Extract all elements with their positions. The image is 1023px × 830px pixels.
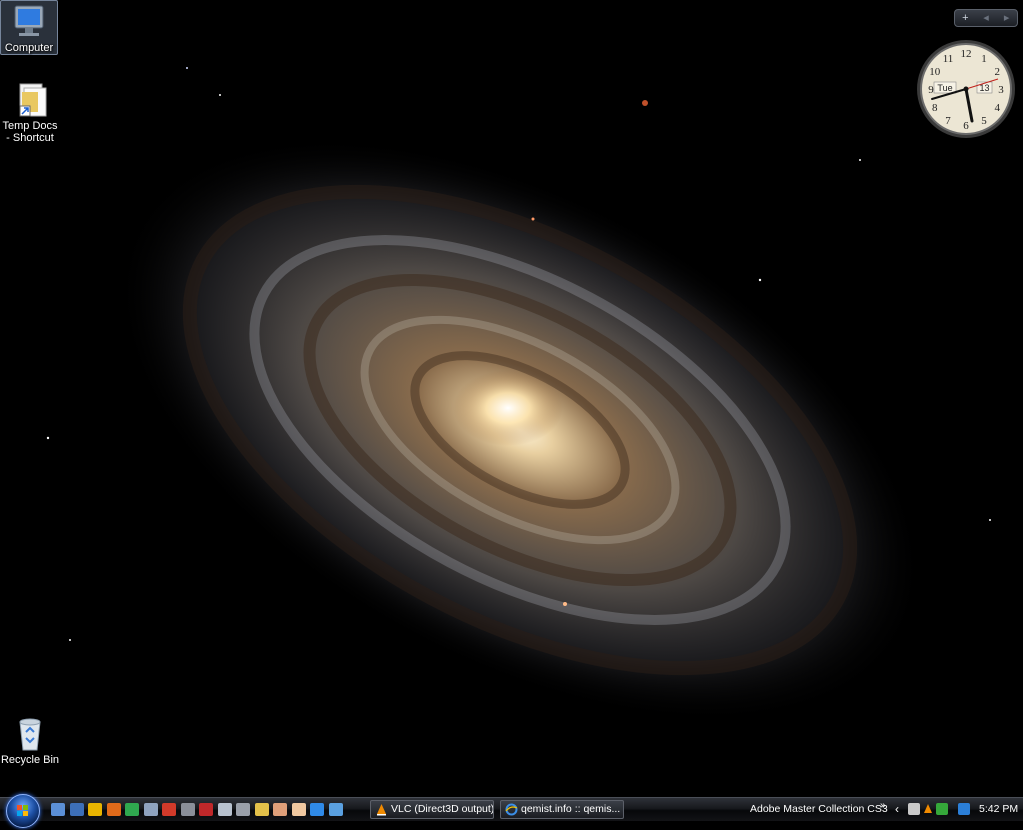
clock-numeral: 12 (961, 48, 972, 60)
recycle-bin-icon (10, 716, 50, 752)
browser-icon[interactable] (143, 803, 158, 816)
vlc-icon (377, 804, 386, 816)
media-player-icon[interactable] (88, 803, 102, 816)
tray-vlc-icon[interactable] (922, 803, 934, 815)
taskbar: VLC (Direct3D output) qemist.info :: qem… (0, 794, 1023, 828)
adobe-toolbar-label[interactable]: Adobe Master Collection CS3 (750, 803, 888, 815)
task-button-label: VLC (Direct3D output) (391, 803, 494, 815)
clock-numeral: 8 (932, 102, 938, 114)
gmail-icon[interactable] (162, 803, 176, 816)
clock-numeral: 10 (929, 66, 941, 78)
clock-gadget[interactable]: 12 1 2 4 5 6 7 8 10 11 3 9 Tue 13 (916, 39, 1016, 139)
toolbar-chevron-button[interactable]: » (880, 800, 886, 811)
clock-day: Tue (937, 83, 952, 93)
clock-numeral: 4 (994, 102, 1000, 114)
undo-icon[interactable] (254, 803, 269, 816)
ie-icon (505, 803, 518, 816)
computer-icon (9, 4, 49, 40)
firefox-icon[interactable] (106, 803, 121, 816)
gadget-prev-button[interactable]: ◂ (976, 10, 997, 26)
clock-numeral: 5 (981, 115, 987, 127)
clock-numeral: 9 (928, 84, 934, 96)
vc-icon[interactable] (199, 803, 213, 816)
clock-numeral: 2 (994, 66, 1000, 78)
clock-numeral: 1 (981, 53, 987, 65)
desktop-icon-label: Temp Docs - Shortcut (2, 120, 58, 144)
tray-pointer-icon[interactable] (908, 803, 920, 815)
h-app-icon[interactable] (125, 803, 139, 816)
tray-network-icon[interactable] (958, 803, 970, 815)
tray-expand-button[interactable]: ‹ (895, 802, 907, 816)
desktop-wallpaper[interactable]: Computer Temp Docs - Shortcut Recycle Bi… (0, 0, 1023, 797)
taskbar-clock[interactable]: 5:42 PM (979, 803, 1018, 815)
calculator-icon[interactable] (236, 803, 250, 816)
gadget-next-button[interactable]: ▸ (996, 10, 1017, 26)
desktop-icon-recycle-bin[interactable]: Recycle Bin (0, 716, 60, 766)
network-icon[interactable] (328, 803, 343, 816)
ie-icon[interactable] (310, 803, 324, 816)
hand-icon[interactable] (291, 803, 306, 816)
add-gadget-button[interactable]: + (955, 10, 976, 26)
gadget-controls: + ◂ ▸ (954, 9, 1018, 27)
clock-numeral: 6 (963, 120, 969, 132)
folder-shortcut-icon (10, 82, 50, 118)
desktop-icon-label: Recycle Bin (0, 754, 60, 766)
windows-logo-icon (17, 805, 28, 816)
show-desktop-icon[interactable] (51, 803, 65, 816)
paint-icon[interactable] (273, 803, 287, 816)
desktop-icon-label: Computer (4, 42, 54, 54)
task-button-browser[interactable]: qemist.info :: qemis... (500, 800, 624, 819)
pointer-icon[interactable] (217, 803, 232, 816)
start-button[interactable] (6, 794, 40, 828)
task-button-label: qemist.info :: qemis... (521, 803, 621, 815)
clock-numeral: 7 (945, 115, 951, 127)
tray-h-app-icon[interactable] (936, 803, 948, 815)
task-button-vlc[interactable]: VLC (Direct3D output) (370, 800, 494, 819)
app-icon[interactable] (180, 803, 195, 816)
desktop-icon-temp-docs[interactable]: Temp Docs - Shortcut (0, 82, 60, 144)
clock-numeral: 11 (943, 53, 954, 65)
clock-numeral: 3 (998, 84, 1004, 96)
galaxy-wallpaper-image (46, 67, 991, 723)
desktop-icon-computer[interactable]: Computer (0, 0, 58, 55)
switch-windows-icon[interactable] (69, 803, 84, 816)
